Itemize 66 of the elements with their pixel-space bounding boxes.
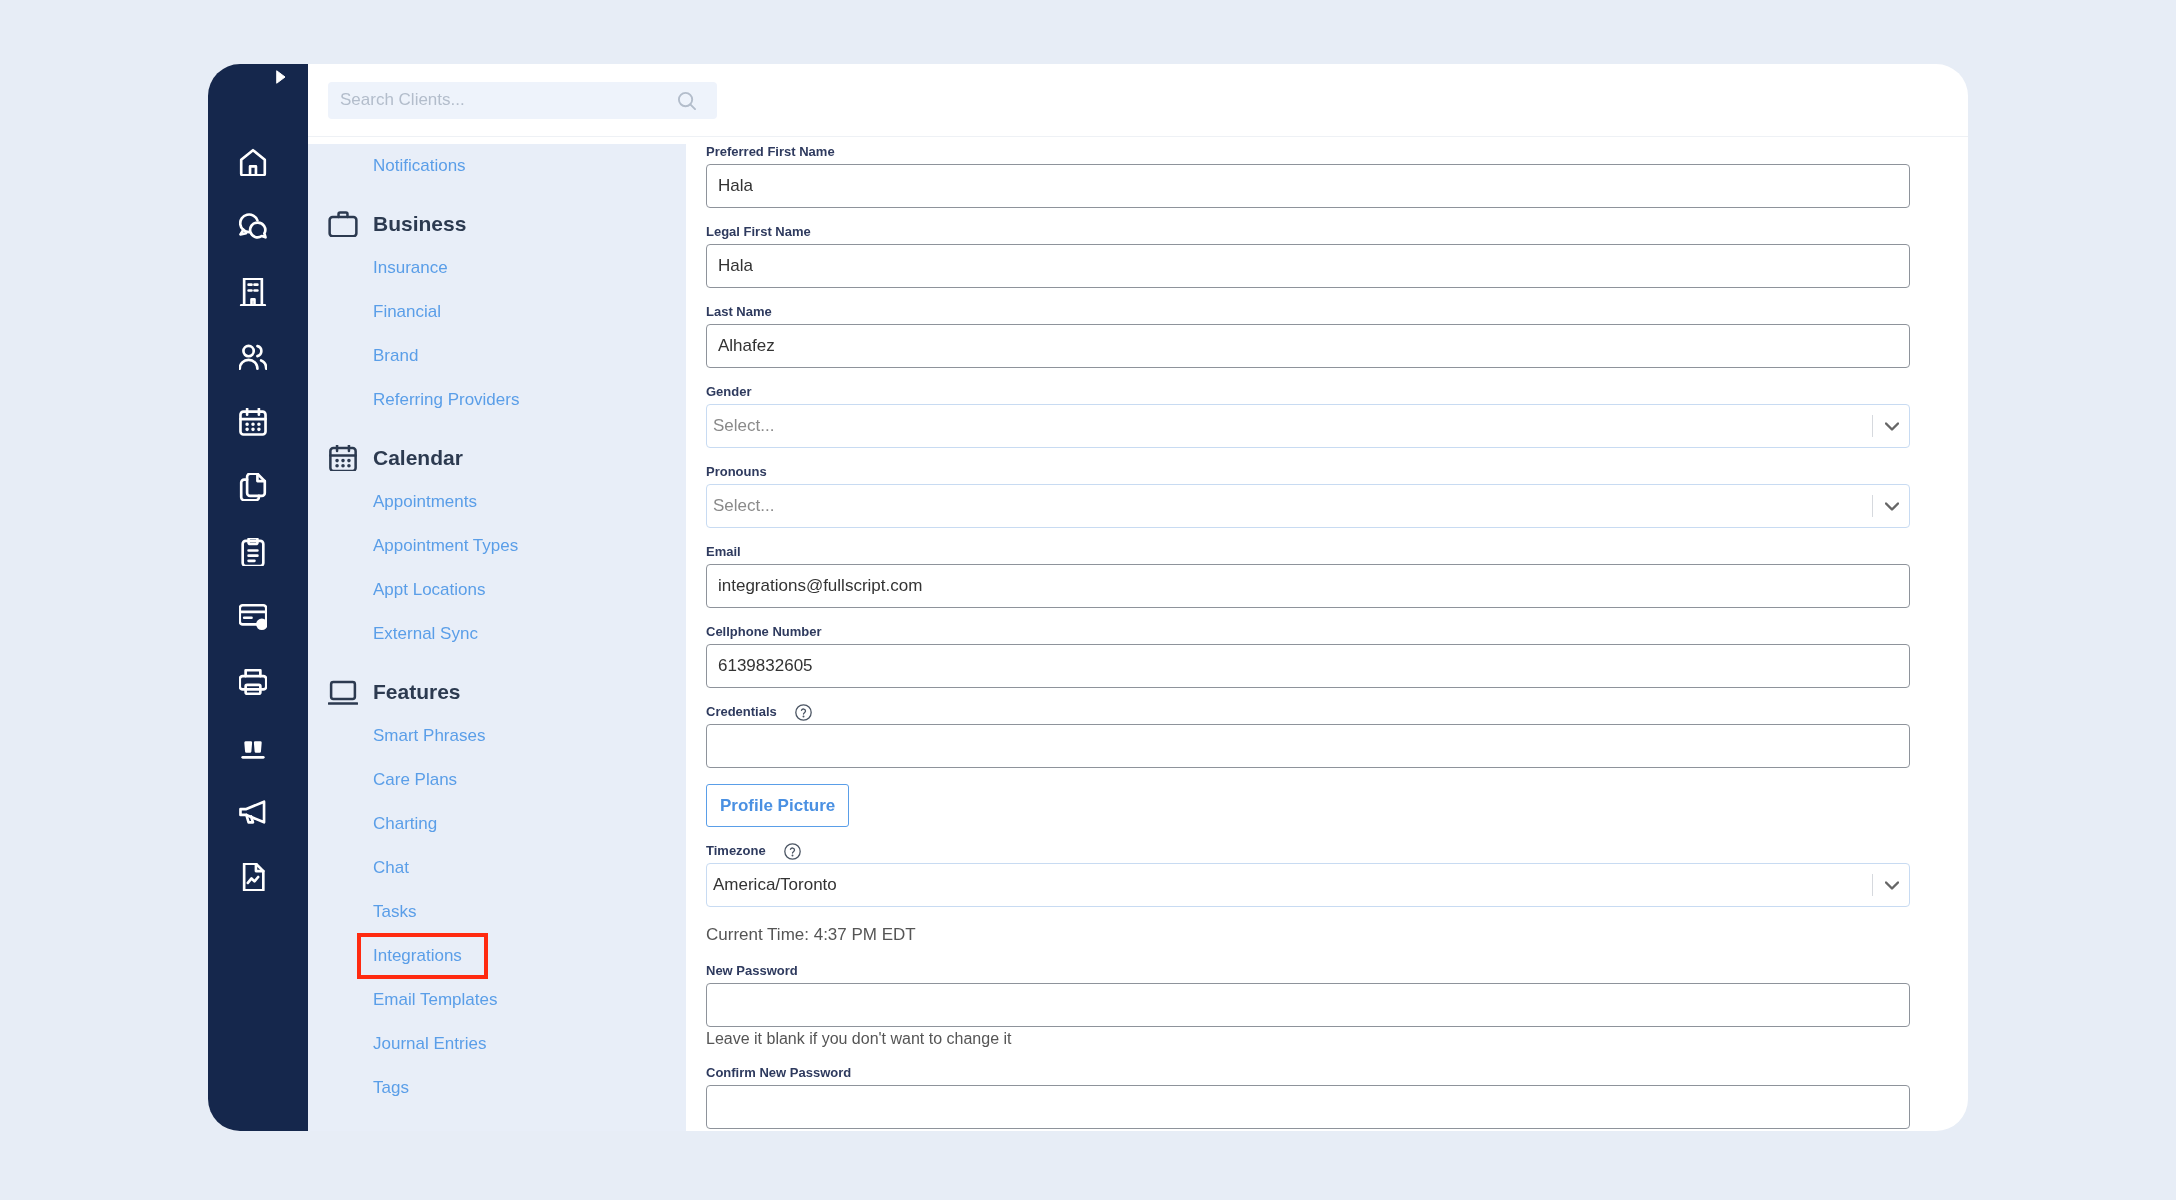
menu-link[interactable]: Referring Providers	[373, 387, 520, 413]
input-field[interactable]	[706, 724, 1910, 768]
users-icon[interactable]	[239, 343, 267, 371]
section-heading: Calendar	[373, 445, 463, 472]
laptop-icon	[328, 679, 358, 705]
documents-icon[interactable]	[239, 473, 267, 501]
menu-link[interactable]: Notifications	[373, 153, 466, 179]
clipboard-icon[interactable]	[239, 538, 267, 566]
menu-link[interactable]: Tasks	[373, 899, 417, 925]
menu-link[interactable]: Appointments	[373, 489, 477, 515]
select-field[interactable]: Select...	[706, 404, 1910, 448]
menu-link[interactable]: Charting	[373, 811, 438, 837]
text-input[interactable]: Alhafez	[706, 324, 1910, 368]
text-input[interactable]: integrations@fullscript.com	[706, 564, 1910, 608]
text-input[interactable]: Hala	[706, 244, 1910, 288]
field-label: New Password	[706, 963, 798, 979]
menu-link[interactable]: Chat	[373, 855, 409, 881]
section-heading: Business	[373, 211, 467, 238]
calendar-icon[interactable]	[239, 408, 267, 436]
menu-link[interactable]: Tags	[373, 1075, 409, 1101]
current-time-text: Current Time: 4:37 PM EDT	[706, 925, 916, 945]
help-icon[interactable]	[783, 842, 801, 860]
chat-bubbles-icon[interactable]	[239, 213, 267, 241]
field-label: Legal First Name	[706, 224, 811, 240]
field-label: Preferred First Name	[706, 144, 835, 160]
menu-link[interactable]: Brand	[373, 343, 419, 369]
menu-link[interactable]: Integrations	[373, 943, 462, 969]
field-label: Pronouns	[706, 464, 767, 480]
megaphone-icon[interactable]	[239, 798, 267, 826]
profile-picture-button[interactable]: Profile Picture	[706, 784, 850, 827]
menu-link[interactable]: Journal Entries	[373, 1031, 487, 1057]
chevron-down-icon[interactable]	[1885, 421, 1899, 431]
building-icon[interactable]	[239, 278, 267, 306]
field-label: Cellphone Number	[706, 624, 822, 640]
menu-link[interactable]: Insurance	[373, 255, 448, 281]
hint-text: Leave it blank if you don't want to change it	[706, 1029, 1012, 1049]
field-label: Timezone	[706, 843, 766, 859]
menu-link[interactable]: External Sync	[373, 621, 478, 647]
help-icon[interactable]	[794, 703, 812, 721]
briefcase-icon	[328, 211, 358, 237]
chevron-down-icon[interactable]	[1885, 501, 1899, 511]
input-field[interactable]	[706, 1085, 1910, 1129]
text-input[interactable]: Hala	[706, 164, 1910, 208]
credit-card-icon[interactable]	[239, 603, 267, 631]
menu-link[interactable]: Care Plans	[373, 767, 458, 793]
field-label: Email	[706, 544, 741, 560]
caret-right-icon[interactable]	[276, 70, 286, 84]
calendar-icon	[328, 445, 358, 471]
search-field[interactable]: Search Clients...	[328, 81, 717, 119]
menu-link[interactable]: Appointment Types	[373, 533, 519, 559]
input-field[interactable]	[706, 983, 1910, 1027]
menu-link[interactable]: Appt Locations	[373, 577, 486, 603]
menu-link[interactable]: Smart Phrases	[373, 723, 486, 749]
field-label: Confirm New Password	[706, 1065, 852, 1081]
section-heading: Features	[373, 679, 461, 706]
field-label: Gender	[706, 384, 752, 400]
home-icon[interactable]	[239, 148, 267, 176]
printer-icon[interactable]	[239, 668, 267, 696]
select-field[interactable]: America/Toronto	[706, 863, 1910, 907]
menu-link[interactable]: Financial	[373, 299, 442, 325]
field-label: Credentials	[706, 704, 777, 720]
chevron-down-icon[interactable]	[1885, 880, 1899, 890]
select-field[interactable]: Select...	[706, 484, 1910, 528]
text-input[interactable]: 6139832605	[706, 644, 1910, 688]
field-label: Last Name	[706, 304, 772, 320]
menu-link[interactable]: Email Templates	[373, 987, 498, 1013]
